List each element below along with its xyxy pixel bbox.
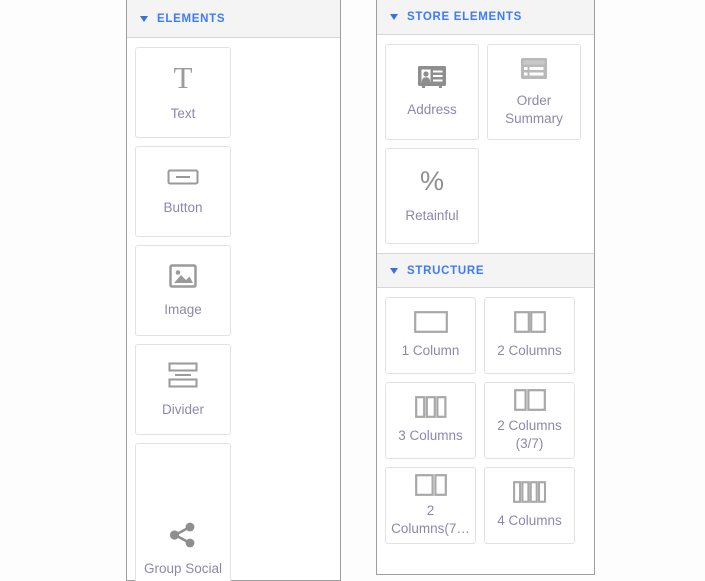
structure-card-2-columns[interactable]: 2 Columns bbox=[484, 297, 575, 374]
card-label: Order Summary bbox=[505, 92, 563, 126]
card-label: 2 Columns(7… bbox=[391, 502, 470, 536]
card-label: 2 Columns (3/7) bbox=[497, 417, 562, 451]
card-label: 3 Columns bbox=[398, 428, 463, 444]
card-label: Text bbox=[170, 106, 196, 122]
elements-panel: ELEMENTS T Text Button Image Divider Gro… bbox=[126, 0, 341, 581]
card-label: Group Social bbox=[143, 561, 223, 577]
caret-down-icon[interactable] bbox=[390, 267, 398, 274]
caret-down-icon[interactable] bbox=[390, 14, 398, 20]
card-label: Button bbox=[163, 199, 203, 215]
two-columns-7-3-icon bbox=[414, 473, 447, 496]
element-card-text[interactable]: T Text bbox=[135, 47, 231, 138]
card-label: Divider bbox=[161, 401, 204, 417]
contact-card-icon bbox=[417, 65, 447, 89]
element-card-divider[interactable]: Divider bbox=[135, 344, 231, 435]
card-label: Retainful bbox=[405, 207, 459, 223]
store-elements-section-header[interactable]: STORE ELEMENTS bbox=[377, 0, 594, 35]
four-columns-icon bbox=[512, 481, 547, 503]
two-columns-icon bbox=[513, 311, 546, 333]
page-root: ELEMENTS T Text Button Image Divider Gro… bbox=[0, 0, 705, 581]
image-icon bbox=[169, 263, 197, 289]
button-icon bbox=[167, 167, 199, 187]
store-elements-section-title: STORE ELEMENTS bbox=[407, 11, 523, 23]
card-label: 2 Columns bbox=[497, 343, 562, 359]
one-column-icon bbox=[413, 311, 448, 333]
structure-card-1-column[interactable]: 1 Column bbox=[385, 297, 476, 374]
structure-card-4-columns[interactable]: 4 Columns bbox=[484, 467, 575, 544]
store-card-order-summary[interactable]: Order Summary bbox=[487, 44, 581, 140]
percent-icon: % bbox=[419, 165, 444, 196]
share-social-icon bbox=[169, 522, 197, 548]
element-card-button[interactable]: Button bbox=[135, 146, 231, 237]
structure-section-title: STRUCTURE bbox=[407, 264, 485, 277]
text-t-icon: T bbox=[173, 60, 193, 96]
structure-card-3-columns[interactable]: 3 Columns bbox=[385, 382, 476, 459]
elements-section-header[interactable]: ELEMENTS bbox=[127, 0, 340, 38]
list-icon bbox=[520, 57, 548, 80]
store-structure-panel: STORE ELEMENTS Address Order Summary % R… bbox=[376, 0, 595, 575]
structure-card-2-columns-3-7[interactable]: 2 Columns (3/7) bbox=[484, 382, 575, 459]
structure-card-2-columns-7-3[interactable]: 2 Columns(7… bbox=[385, 467, 476, 544]
card-label: Address bbox=[407, 102, 457, 118]
element-card-group-social[interactable]: Group Social bbox=[135, 443, 231, 581]
card-label: Image bbox=[164, 301, 202, 317]
card-label: 1 Column bbox=[401, 343, 460, 359]
elements-section-title: ELEMENTS bbox=[157, 12, 226, 25]
store-card-address[interactable]: Address bbox=[385, 44, 479, 140]
two-columns-3-7-icon bbox=[513, 388, 546, 411]
card-label: 4 Columns bbox=[497, 513, 562, 529]
element-card-image[interactable]: Image bbox=[135, 245, 231, 336]
structure-card-grid: 1 Column 2 Columns 3 Columns 2 Columns (… bbox=[377, 288, 594, 553]
divider-icon bbox=[168, 361, 198, 389]
three-columns-icon bbox=[414, 396, 447, 418]
elements-card-grid: T Text Button Image Divider Group Social bbox=[127, 38, 340, 581]
store-elements-card-grid: Address Order Summary % Retainful bbox=[377, 35, 594, 253]
structure-section-header[interactable]: STRUCTURE bbox=[377, 253, 594, 288]
caret-down-icon[interactable] bbox=[140, 15, 148, 22]
store-card-retainful[interactable]: % Retainful bbox=[385, 148, 479, 244]
